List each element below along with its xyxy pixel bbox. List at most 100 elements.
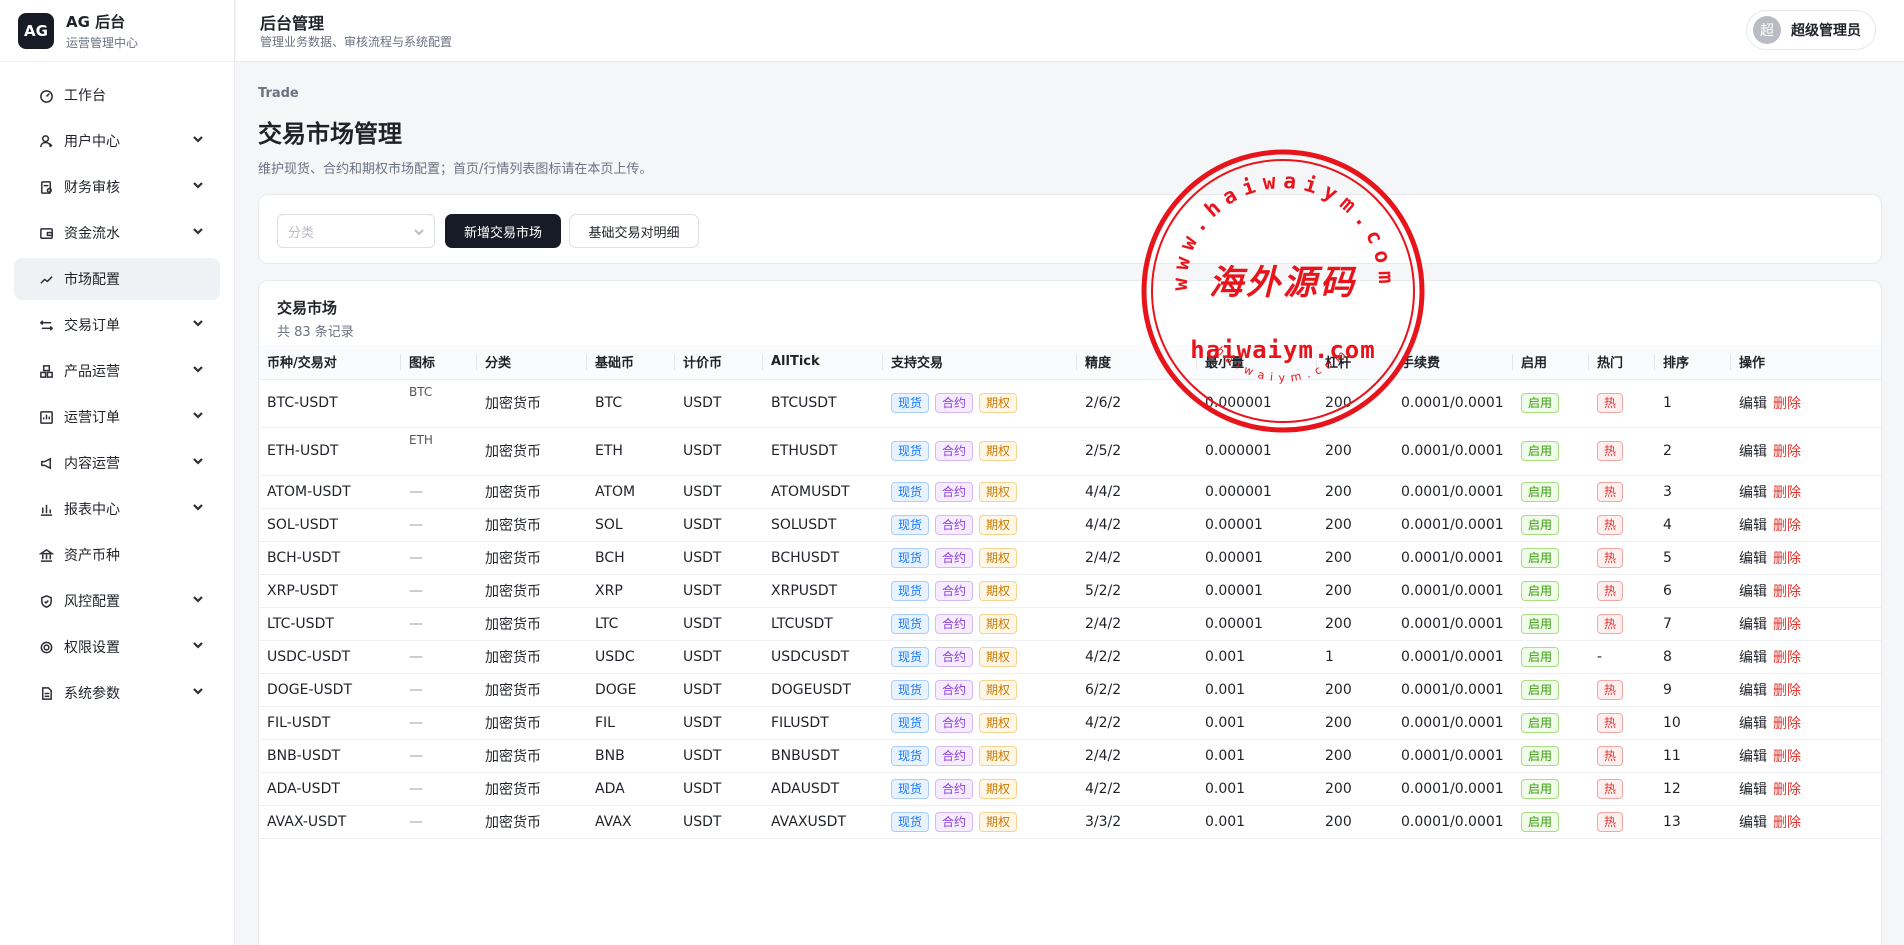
futures-tag: 合约 [935, 481, 974, 502]
edit-button[interactable]: 编辑 [1739, 716, 1767, 732]
actions-cell: 编辑 删除 [1731, 541, 1881, 575]
enabled-badge[interactable]: 启用 [1521, 580, 1560, 601]
actions-cell: 编辑 删除 [1731, 772, 1881, 806]
enabled-cell: 启用 [1513, 379, 1589, 428]
chevron-down-icon[interactable] [192, 317, 204, 333]
delete-button[interactable]: 删除 [1773, 396, 1801, 412]
edit-button[interactable]: 编辑 [1739, 396, 1767, 412]
sidebar-item-8[interactable]: 内容运营 [14, 442, 220, 484]
icon-cell: BTC [401, 379, 477, 428]
delete-button[interactable]: 删除 [1773, 551, 1801, 567]
delete-button[interactable]: 删除 [1773, 444, 1801, 460]
edit-button[interactable]: 编辑 [1739, 617, 1767, 633]
sidebar-item-13[interactable]: 系统参数 [14, 672, 220, 714]
min-qty-cell: 0.001 [1197, 805, 1317, 839]
sort-cell: 7 [1655, 607, 1731, 641]
edit-button[interactable]: 编辑 [1739, 650, 1767, 666]
enabled-badge[interactable]: 启用 [1521, 441, 1560, 461]
delete-button[interactable]: 删除 [1773, 815, 1801, 831]
base-cell: BNB [587, 739, 675, 773]
chevron-down-icon[interactable] [192, 363, 204, 379]
enabled-badge[interactable]: 启用 [1521, 811, 1560, 832]
enabled-badge[interactable]: 启用 [1521, 547, 1560, 568]
edit-button[interactable]: 编辑 [1739, 749, 1767, 765]
column-header: 基础币 [587, 345, 675, 380]
delete-button[interactable]: 删除 [1773, 584, 1801, 600]
enabled-badge[interactable]: 启用 [1521, 646, 1560, 667]
delete-button[interactable]: 删除 [1773, 782, 1801, 798]
edit-button[interactable]: 编辑 [1739, 518, 1767, 534]
enabled-badge[interactable]: 启用 [1521, 481, 1560, 502]
delete-button[interactable]: 删除 [1773, 518, 1801, 534]
chevron-down-icon[interactable] [192, 501, 204, 517]
sidebar-item-label: 工作台 [64, 88, 106, 104]
edit-button[interactable]: 编辑 [1739, 584, 1767, 600]
trade-types-cell: 现货 合约 期权 [883, 427, 1077, 476]
enabled-badge[interactable]: 启用 [1521, 712, 1560, 733]
sidebar-item-label: 资金流水 [64, 226, 120, 242]
edit-button[interactable]: 编辑 [1739, 815, 1767, 831]
enabled-badge[interactable]: 启用 [1521, 393, 1560, 413]
add-market-button[interactable]: 新增交易市场 [445, 214, 561, 248]
actions-cell: 编辑 删除 [1731, 475, 1881, 509]
enabled-badge[interactable]: 启用 [1521, 745, 1560, 766]
sidebar-item-3[interactable]: 资金流水 [14, 212, 220, 254]
sidebar-item-5[interactable]: 交易订单 [14, 304, 220, 346]
category-select[interactable]: 分类 [277, 214, 435, 248]
futures-tag: 合约 [935, 514, 974, 535]
column-header: 最小量 [1197, 345, 1317, 380]
enabled-badge[interactable]: 启用 [1521, 613, 1560, 634]
futures-tag: 合约 [935, 712, 974, 733]
chevron-down-icon[interactable] [192, 639, 204, 655]
chevron-down-icon[interactable] [192, 409, 204, 425]
table-row: DOGE-USDT — 加密货币 DOGE USDT DOGEUSDT 现货 合约 期权 6/2/… [259, 673, 1881, 707]
edit-button[interactable]: 编辑 [1739, 551, 1767, 567]
leverage-cell: 200 [1317, 706, 1393, 740]
table-row: LTC-USDT — 加密货币 LTC USDT LTCUSDT 现货 合约 期权 2/4/2 0.… [259, 607, 1881, 641]
sidebar-item-11[interactable]: 风控配置 [14, 580, 220, 622]
quote-cell: USDT [675, 379, 763, 428]
sidebar-item-label: 交易订单 [64, 318, 120, 334]
chevron-down-icon[interactable] [192, 225, 204, 241]
column-header: 手续费 [1393, 345, 1513, 380]
edit-button[interactable]: 编辑 [1739, 683, 1767, 699]
chevron-down-icon[interactable] [192, 133, 204, 149]
sidebar-item-1[interactable]: 用户中心 [14, 120, 220, 162]
enabled-badge[interactable]: 启用 [1521, 679, 1560, 700]
delete-button[interactable]: 删除 [1773, 617, 1801, 633]
delete-button[interactable]: 删除 [1773, 683, 1801, 699]
topbar-title: 后台管理 [260, 14, 325, 33]
chevron-down-icon[interactable] [192, 593, 204, 609]
sidebar-item-7[interactable]: 运营订单 [14, 396, 220, 438]
delete-button[interactable]: 删除 [1773, 650, 1801, 666]
chevron-down-icon[interactable] [192, 685, 204, 701]
delete-button[interactable]: 删除 [1773, 485, 1801, 501]
sort-cell: 10 [1655, 706, 1731, 740]
delete-button[interactable]: 删除 [1773, 749, 1801, 765]
sidebar-item-6[interactable]: 产品运营 [14, 350, 220, 392]
chevron-down-icon[interactable] [192, 455, 204, 471]
enabled-badge[interactable]: 启用 [1521, 778, 1560, 799]
user-menu[interactable]: 超 超级管理员 [1746, 10, 1876, 50]
alltick-cell: BCHUSDT [763, 541, 883, 575]
enabled-badge[interactable]: 启用 [1521, 514, 1560, 535]
swap-icon [38, 317, 54, 333]
sidebar-item-4[interactable]: 市场配置 [14, 258, 220, 300]
actions-cell: 编辑 删除 [1731, 673, 1881, 707]
brand[interactable]: AG AG 后台 运营管理中心 [0, 0, 234, 62]
sidebar-item-9[interactable]: 报表中心 [14, 488, 220, 530]
record-count: 共 83 条记录 [277, 325, 354, 340]
sidebar-item-0[interactable]: 工作台 [14, 74, 220, 116]
edit-button[interactable]: 编辑 [1739, 485, 1767, 501]
sidebar-item-12[interactable]: 权限设置 [14, 626, 220, 668]
icon-cell: — [401, 739, 477, 773]
delete-button[interactable]: 删除 [1773, 716, 1801, 732]
chevron-down-icon[interactable] [192, 179, 204, 195]
column-header: 启用 [1513, 345, 1589, 380]
edit-button[interactable]: 编辑 [1739, 444, 1767, 460]
quote-cell: USDT [675, 574, 763, 608]
sidebar-item-10[interactable]: 资产币种 [14, 534, 220, 576]
edit-button[interactable]: 编辑 [1739, 782, 1767, 798]
pair-detail-button[interactable]: 基础交易对明细 [569, 214, 699, 248]
sidebar-item-2[interactable]: 财务审核 [14, 166, 220, 208]
